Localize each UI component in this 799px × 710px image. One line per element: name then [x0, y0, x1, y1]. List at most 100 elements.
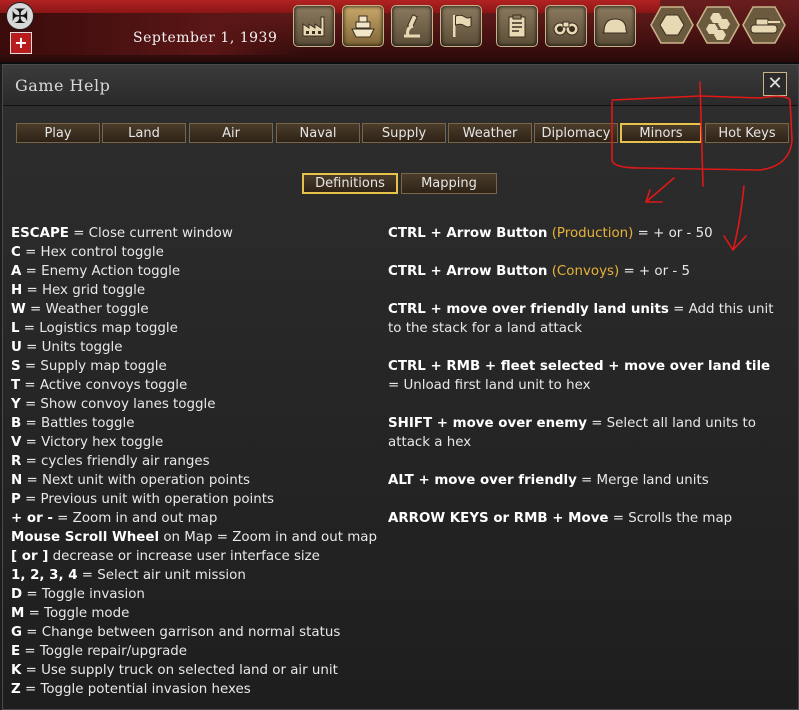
microscope-icon	[404, 14, 420, 38]
hotkey-row: N = Next unit with operation points	[11, 471, 391, 490]
game-help-dialog: Game Help ✕ Play Land Air Naval Supply W…	[2, 64, 799, 710]
hotkey-row: R = cycles friendly air ranges	[11, 452, 391, 471]
hotkey-key: ALT + move over friendly	[388, 473, 577, 488]
hex-grid-icon	[696, 6, 740, 44]
hotkey-description: = Supply map toggle	[20, 359, 167, 374]
iron-cross-icon: ✠	[6, 2, 34, 30]
hotkey-key: P	[11, 492, 21, 507]
close-button[interactable]: ✕	[763, 72, 787, 96]
intel-button[interactable]	[545, 5, 587, 47]
hotkey-description: = Next unit with operation points	[22, 473, 250, 488]
unit-hex-button[interactable]	[742, 5, 786, 45]
diplomacy-flag-button[interactable]	[440, 5, 482, 47]
naval-button[interactable]	[342, 5, 384, 47]
research-button[interactable]	[391, 5, 433, 47]
hotkey-row: K = Use supply truck on selected land or…	[11, 661, 391, 680]
hotkey-key: M	[11, 606, 25, 621]
factory-icon	[302, 16, 325, 37]
hotkey-key: [ or ]	[11, 549, 49, 564]
hotkey-item: SHIFT + move over enemy = Select all lan…	[388, 414, 778, 452]
hotkey-key: U	[11, 340, 22, 355]
hotkey-key: Mouse Scroll Wheel	[11, 530, 160, 545]
hotkey-key: S	[11, 359, 21, 374]
production-button[interactable]	[293, 5, 335, 47]
hotkey-row: Mouse Scroll Wheel on Map = Zoom in and …	[11, 528, 391, 547]
hotkey-description: = Unload first land unit to hex	[388, 378, 591, 393]
subtab-mapping[interactable]: Mapping	[401, 173, 497, 194]
hotkey-key: A	[11, 264, 22, 279]
hotkey-row: E = Toggle repair/upgrade	[11, 642, 391, 661]
hotkey-description: on Map = Zoom in and out map	[159, 530, 377, 545]
hotkey-row: U = Units toggle	[11, 338, 391, 357]
binoculars-icon	[553, 21, 579, 36]
hotkey-key: + or -	[11, 511, 53, 526]
help-tabs: Play Land Air Naval Supply Weather Diplo…	[3, 123, 798, 145]
hotkey-row: L = Logistics map toggle	[11, 319, 391, 338]
hotkey-key: CTRL + Arrow Button	[388, 264, 548, 279]
hotkey-description: = Merge land units	[576, 473, 709, 488]
hotkey-key: B	[11, 416, 22, 431]
hotkey-key: ARROW KEYS or RMB + Move	[388, 511, 609, 526]
hex-grid-button[interactable]	[696, 5, 740, 45]
hotkey-row: C = Hex control toggle	[11, 243, 391, 262]
hotkey-row: P = Previous unit with operation points	[11, 490, 391, 509]
hotkey-row: B = Battles toggle	[11, 414, 391, 433]
hotkey-row: H = Hex grid toggle	[11, 281, 391, 300]
hotkey-key: SHIFT + move over enemy	[388, 416, 587, 431]
hotkey-description: = Close current window	[68, 226, 233, 241]
hotkey-key: W	[11, 302, 26, 317]
flag-icon	[453, 14, 472, 37]
tab-supply[interactable]: Supply	[362, 123, 446, 143]
ship-icon	[351, 15, 375, 38]
hotkey-description: = + or - 5	[619, 264, 690, 279]
hotkey-item: ALT + move over friendly = Merge land un…	[388, 471, 778, 490]
hotkey-key: C	[11, 245, 21, 260]
hotkey-description: = Toggle potential invasion hexes	[20, 682, 251, 697]
hotkey-description: = Active convoys toggle	[20, 378, 188, 393]
hotkey-context: (Production)	[547, 226, 634, 241]
hotkey-description: decrease or increase user interface size	[48, 549, 320, 564]
hotkey-row: A = Enemy Action toggle	[11, 262, 391, 281]
hotkey-row: V = Victory hex toggle	[11, 433, 391, 452]
tab-minors[interactable]: Minors	[620, 123, 702, 143]
orders-button[interactable]	[496, 5, 538, 47]
hotkey-description: = Show convoy lanes toggle	[20, 397, 216, 412]
clipboard-icon	[508, 14, 526, 38]
hotkey-key: CTRL + Arrow Button	[388, 226, 548, 241]
hotkey-description: = Battles toggle	[21, 416, 135, 431]
hotkey-description: = Victory hex toggle	[21, 435, 164, 450]
hotkey-key: R	[11, 454, 22, 469]
military-button[interactable]	[594, 5, 636, 47]
hex-single-button[interactable]	[650, 5, 694, 45]
tab-play[interactable]: Play	[16, 123, 100, 143]
hotkey-row: 1, 2, 3, 4 = Select air unit mission	[11, 566, 391, 585]
hotkey-description: = Logistics map toggle	[19, 321, 178, 336]
hotkey-description: = Previous unit with operation points	[20, 492, 274, 507]
tab-land[interactable]: Land	[102, 123, 186, 143]
hotkey-list-right: CTRL + Arrow Button (Production) = + or …	[388, 224, 778, 547]
hotkey-description: = Hex control toggle	[20, 245, 164, 260]
tab-hot-keys[interactable]: Hot Keys	[705, 123, 789, 143]
hotkey-description: = Zoom in and out map	[52, 511, 218, 526]
tab-air[interactable]: Air	[189, 123, 273, 143]
hotkey-key: Z	[11, 682, 21, 697]
red-cross-flag-icon: +	[10, 32, 32, 54]
tab-weather[interactable]: Weather	[448, 123, 532, 143]
tab-diplomacy[interactable]: Diplomacy	[534, 123, 618, 143]
hotkey-description: = + or - 50	[633, 226, 713, 241]
hotkey-description: = Select air unit mission	[77, 568, 246, 583]
helmet-icon	[601, 18, 628, 34]
help-subtabs: Definitions Mapping	[3, 173, 798, 195]
nation-emblem[interactable]: ✠ +	[2, 2, 36, 58]
hotkey-description: = Enemy Action toggle	[21, 264, 181, 279]
hotkey-key: CTRL + RMB + fleet selected + move over …	[388, 359, 771, 374]
tab-naval[interactable]: Naval	[276, 123, 360, 143]
subtab-definitions[interactable]: Definitions	[302, 173, 398, 194]
hotkey-item: CTRL + Arrow Button (Convoys) = + or - 5	[388, 262, 778, 281]
hotkey-key: ESCAPE	[11, 226, 69, 241]
hotkey-description: = Toggle invasion	[22, 587, 145, 602]
hex-icon	[650, 6, 694, 44]
hotkey-description: = Use supply truck on selected land or a…	[21, 663, 338, 678]
hotkey-key: 1, 2, 3, 4	[11, 568, 78, 583]
hotkey-key: K	[11, 663, 22, 678]
